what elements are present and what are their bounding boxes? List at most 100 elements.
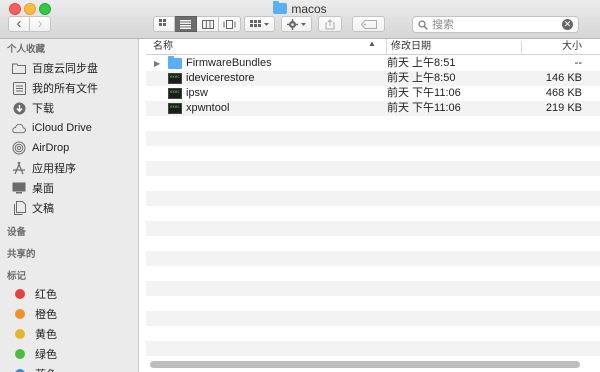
empty-row bbox=[146, 311, 600, 326]
empty-row bbox=[146, 146, 600, 161]
file-row[interactable]: xpwntool 前天 下午11:06 219 KB bbox=[146, 101, 600, 116]
file-row[interactable]: ipsw 前天 下午11:06 468 KB bbox=[146, 86, 600, 101]
search-field[interactable]: ✕ bbox=[412, 16, 579, 33]
sidebar-item-label: 红色 bbox=[35, 289, 57, 301]
tag-icon bbox=[360, 19, 377, 29]
empty-row bbox=[146, 206, 600, 221]
sidebar-item-label: 文稿 bbox=[32, 203, 54, 215]
back-button[interactable]: ‹ bbox=[8, 16, 30, 32]
cover-flow-icon bbox=[223, 19, 236, 29]
sidebar-item-baidu-sync[interactable]: 百度云同步盘 bbox=[0, 58, 138, 78]
cover-flow-button[interactable] bbox=[219, 16, 241, 32]
file-name: xpwntool bbox=[186, 102, 230, 114]
search-input[interactable] bbox=[432, 18, 562, 31]
sidebar-item-label: 应用程序 bbox=[32, 163, 76, 175]
sidebar-item-label: 绿色 bbox=[35, 349, 57, 361]
sidebar-tag-green[interactable]: 绿色 bbox=[0, 344, 138, 364]
empty-row bbox=[146, 236, 600, 251]
file-date: 前天 下午11:06 bbox=[387, 102, 461, 114]
file-row[interactable]: idevicerestore 前天 上午8:50 146 KB bbox=[146, 71, 600, 86]
chevron-left-icon: ‹ bbox=[16, 15, 22, 32]
sidebar-tag-orange[interactable]: 橙色 bbox=[0, 304, 138, 324]
sidebar-scrollbar-thumb[interactable] bbox=[138, 40, 139, 315]
downloads-icon bbox=[12, 101, 26, 115]
tag-color-dot-icon bbox=[15, 289, 25, 299]
sidebar-item-label: 下载 bbox=[32, 103, 54, 115]
icon-view-button[interactable] bbox=[153, 16, 175, 32]
sidebar-item-applications[interactable]: 应用程序 bbox=[0, 158, 138, 178]
clear-search-icon[interactable]: ✕ bbox=[562, 19, 573, 30]
column-header-size[interactable]: 大小 bbox=[562, 39, 582, 55]
sidebar-item-all-files[interactable]: 我的所有文件 bbox=[0, 78, 138, 98]
folder-icon bbox=[273, 1, 288, 14]
column-separator[interactable] bbox=[521, 41, 522, 53]
folder-icon bbox=[12, 61, 26, 75]
search-icon bbox=[418, 19, 428, 30]
sidebar-item-documents[interactable]: 文稿 bbox=[0, 198, 138, 218]
horizontal-scrollbar[interactable] bbox=[150, 361, 580, 368]
sidebar-header-favorites: 个人收藏 bbox=[7, 44, 46, 55]
sidebar-item-desktop[interactable]: 桌面 bbox=[0, 178, 138, 198]
executable-icon bbox=[168, 103, 182, 114]
sidebar-item-label: 蓝色 bbox=[35, 366, 57, 372]
view-mode-group bbox=[153, 16, 241, 32]
executable-icon bbox=[168, 73, 182, 84]
sidebar-item-label: iCloud Drive bbox=[32, 122, 92, 134]
documents-icon bbox=[12, 201, 26, 215]
file-date: 前天 下午11:06 bbox=[387, 87, 461, 99]
sidebar-item-airdrop[interactable]: AirDrop bbox=[0, 138, 138, 158]
cloud-icon bbox=[12, 121, 26, 135]
sort-ascending-icon: ▲ bbox=[368, 39, 376, 48]
empty-row bbox=[146, 341, 600, 356]
empty-row bbox=[146, 296, 600, 311]
chevron-right-icon: › bbox=[37, 15, 43, 32]
column-header-date[interactable]: 修改日期 bbox=[386, 39, 431, 55]
sidebar-tag-yellow[interactable]: 黄色 bbox=[0, 324, 138, 344]
empty-row bbox=[146, 116, 600, 131]
folder-icon bbox=[168, 56, 182, 69]
arrange-button[interactable] bbox=[244, 16, 275, 32]
sidebar: 个人收藏 百度云同步盘 我的所有文件 下载 iCloud Drive AirDr… bbox=[0, 39, 139, 372]
tag-color-dot-icon bbox=[15, 309, 25, 319]
column-header-name[interactable]: 名称 bbox=[153, 39, 173, 55]
forward-button[interactable]: › bbox=[29, 16, 51, 32]
sidebar-item-label: 桌面 bbox=[32, 183, 54, 195]
file-size: -- bbox=[574, 57, 582, 69]
file-size: 219 KB bbox=[545, 102, 582, 114]
rows-container: ▶ FirmwareBundles 前天 上午8:51 -- idevicere… bbox=[146, 56, 600, 371]
column-view-button[interactable] bbox=[197, 16, 219, 32]
action-button[interactable] bbox=[281, 16, 312, 32]
list-view-icon bbox=[180, 19, 191, 29]
list-view-button[interactable] bbox=[175, 16, 197, 32]
sidebar-tag-blue[interactable]: 蓝色 bbox=[0, 364, 138, 372]
empty-row bbox=[146, 176, 600, 191]
share-icon bbox=[325, 18, 335, 29]
file-list: 名称 ▲ 修改日期 大小 ▶ FirmwareBundles 前天 上午8:51… bbox=[146, 39, 600, 372]
file-row[interactable]: ▶ FirmwareBundles 前天 上午8:51 -- bbox=[146, 56, 600, 71]
sidebar-item-label: 百度云同步盘 bbox=[32, 63, 98, 75]
empty-row bbox=[146, 266, 600, 281]
airdrop-icon bbox=[12, 141, 26, 155]
empty-row bbox=[146, 221, 600, 236]
sidebar-scrollbar[interactable] bbox=[137, 40, 139, 372]
toolbar: macos ‹ › ✕ bbox=[0, 0, 600, 39]
file-date: 前天 上午8:51 bbox=[387, 57, 456, 69]
tags-button[interactable] bbox=[352, 16, 385, 32]
file-name: FirmwareBundles bbox=[186, 57, 272, 69]
sidebar-header-devices: 设备 bbox=[7, 227, 27, 238]
sidebar-item-downloads[interactable]: 下载 bbox=[0, 98, 138, 118]
desktop-icon bbox=[12, 181, 26, 195]
share-button[interactable] bbox=[318, 16, 342, 32]
window-title: macos bbox=[0, 1, 600, 16]
sidebar-item-icloud-drive[interactable]: iCloud Drive bbox=[0, 118, 138, 138]
disclosure-triangle-icon[interactable]: ▶ bbox=[154, 56, 160, 71]
empty-row bbox=[146, 191, 600, 206]
sidebar-tag-red[interactable]: 红色 bbox=[0, 284, 138, 304]
executable-icon bbox=[168, 88, 182, 99]
sidebar-item-label: 橙色 bbox=[35, 309, 57, 321]
icon-view-icon bbox=[159, 19, 166, 26]
arrange-icon bbox=[249, 20, 269, 27]
column-view-icon bbox=[201, 19, 214, 29]
sidebar-item-label: AirDrop bbox=[32, 142, 70, 154]
file-date: 前天 上午8:50 bbox=[387, 72, 456, 84]
